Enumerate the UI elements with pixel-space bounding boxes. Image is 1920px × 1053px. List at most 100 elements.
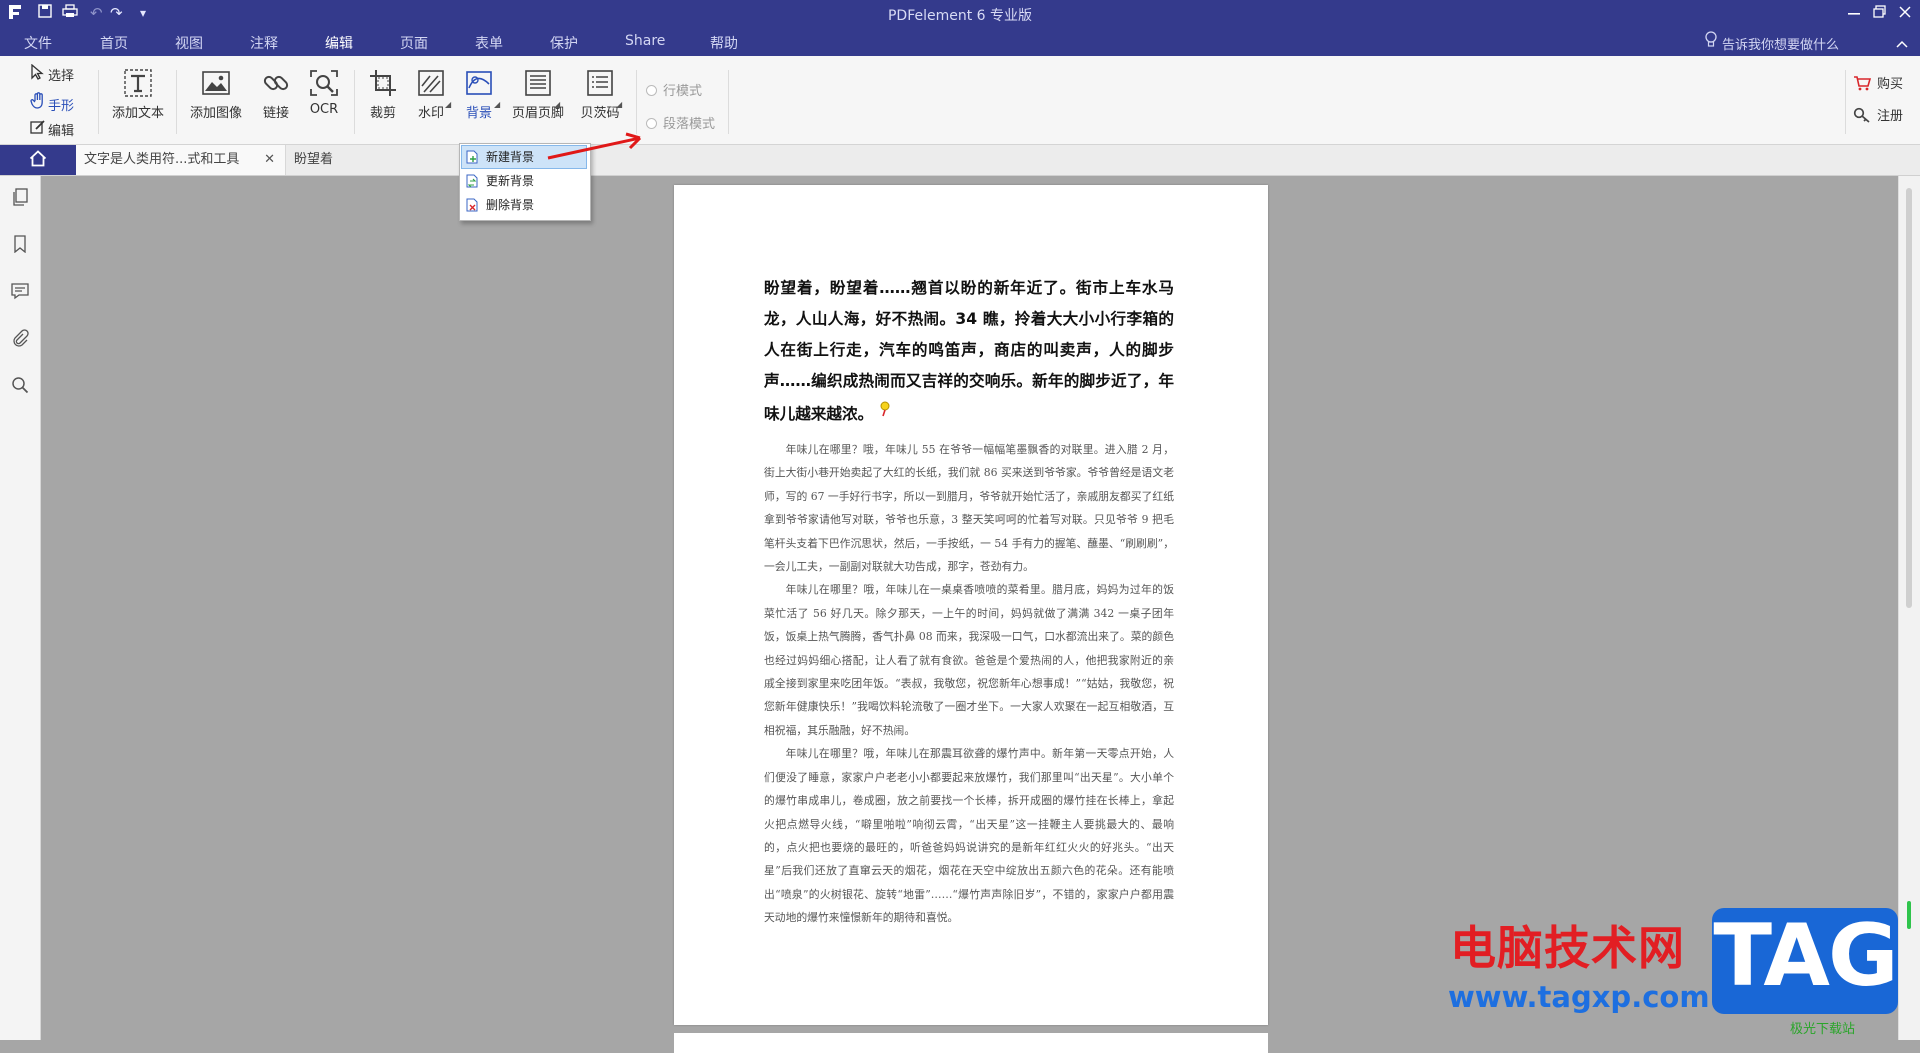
arrow-cursor-icon — [30, 63, 48, 84]
link-button[interactable]: 链接 — [256, 68, 296, 121]
scrollbar-thumb[interactable] — [1906, 188, 1912, 608]
link-label: 链接 — [262, 106, 289, 121]
ribbon-divider — [176, 70, 177, 134]
menu-home[interactable]: 首页 — [100, 33, 128, 53]
hand-tool[interactable]: 手形 — [30, 92, 74, 114]
delete-background-item[interactable]: 删除背景 — [462, 194, 586, 216]
buy-button[interactable]: 购买 — [1853, 73, 1903, 95]
minimize-icon[interactable] — [1848, 4, 1860, 22]
lightbulb-icon — [1704, 31, 1718, 53]
annotation-arrow — [547, 132, 642, 160]
attachment-icon[interactable] — [11, 329, 29, 347]
hand-icon — [30, 92, 48, 114]
paragraph-mode-radio[interactable]: 段落模式 — [646, 113, 715, 132]
paragraph-mode-label: 段落模式 — [663, 117, 716, 132]
add-image-label: 添加图像 — [189, 106, 242, 121]
document-heading: 盼望着，盼望着……翘首以盼的新年近了。街市上车水马龙，人山人海，好不热闹。34 … — [764, 273, 1174, 430]
tab-document-2[interactable]: 盼望着 — [286, 145, 406, 175]
pages-thumbnail-icon[interactable] — [11, 188, 29, 206]
close-window-icon[interactable] — [1899, 4, 1911, 22]
crop-icon — [368, 68, 398, 98]
ribbon-divider — [728, 70, 729, 134]
pdf-page[interactable]: 盼望着，盼望着……翘首以盼的新年近了。街市上车水马龙，人山人海，好不热闹。34 … — [674, 185, 1268, 1025]
comment-icon[interactable] — [11, 282, 29, 300]
ocr-scan-icon — [309, 68, 339, 98]
background-button[interactable]: 背景 — [458, 68, 500, 121]
new-background-icon — [466, 149, 478, 164]
comment-pin-icon[interactable] — [879, 397, 891, 428]
close-tab-icon[interactable]: ✕ — [264, 145, 275, 175]
key-icon — [1853, 107, 1871, 127]
menu-page[interactable]: 页面 — [400, 33, 428, 53]
search-icon[interactable] — [11, 376, 29, 394]
register-button[interactable]: 注册 — [1853, 105, 1903, 127]
ribbon-divider — [636, 70, 637, 134]
select-label: 选择 — [48, 69, 75, 84]
add-text-icon — [123, 68, 153, 98]
add-image-button[interactable]: 添加图像 — [186, 68, 246, 121]
paragraph: 年味儿在哪里？哦，年味儿 55 在爷爷一幅幅笔墨飘香的对联里。进入腊 2 月，街… — [764, 443, 1174, 574]
edit-ribbon: 选择 手形 编辑 添加文本 添加图像 链接 OCR 裁剪 水印 背景 页眉页脚 … — [0, 56, 1920, 145]
vertical-scrollbar[interactable] — [1898, 176, 1920, 1040]
background-label: 背景 — [465, 106, 492, 121]
tell-me-search[interactable]: 告诉我你想要做什么 — [1722, 34, 1839, 53]
menu-help[interactable]: 帮助 — [710, 33, 738, 53]
heading-text: 盼望着，盼望着……翘首以盼的新年近了。街市上车水马龙，人山人海，好不热闹。34 … — [764, 279, 1174, 423]
pdf-page-next — [674, 1033, 1268, 1053]
bates-number-icon — [585, 68, 615, 98]
ocr-button[interactable]: OCR — [304, 68, 344, 117]
bates-number-button[interactable]: 贝茨码 — [574, 68, 626, 121]
menu-item-label: 删除背景 — [486, 198, 535, 212]
add-text-button[interactable]: 添加文本 — [108, 68, 168, 121]
menu-item-label: 更新背景 — [486, 174, 535, 188]
tab-document-1[interactable]: 文字是人类用符...式和工具 ✕ — [76, 145, 286, 175]
image-icon — [201, 68, 231, 98]
menu-comment[interactable]: 注释 — [250, 33, 278, 53]
dropdown-arrow-icon: ◢ — [616, 100, 623, 109]
watermark-icon — [416, 68, 446, 98]
paragraph: 年味儿在哪里？哦，年味儿在那震耳欲聋的爆竹声中。新年第一天零点开始，人们便没了睡… — [764, 747, 1174, 925]
bookmark-icon[interactable] — [11, 235, 29, 254]
tab-label: 文字是人类用符...式和工具 — [84, 152, 240, 167]
buy-label: 购买 — [1877, 77, 1904, 92]
watermark-button[interactable]: 水印 — [410, 68, 452, 121]
watermark-label: 水印 — [417, 106, 444, 121]
crop-button[interactable]: 裁剪 — [362, 68, 404, 121]
menu-item-label: 新建背景 — [486, 150, 535, 164]
menu-edit[interactable]: 编辑 — [321, 33, 357, 59]
header-footer-icon — [523, 68, 553, 98]
watermark-small-text: 极光下载站 — [1790, 1022, 1856, 1037]
menu-view[interactable]: 视图 — [175, 33, 203, 53]
header-footer-button[interactable]: 页眉页脚 — [508, 68, 568, 121]
document-tab-bar: 文字是人类用符...式和工具 ✕ 盼望着 — [0, 145, 1920, 176]
home-icon — [29, 149, 47, 171]
edit-tool[interactable]: 编辑 — [30, 119, 74, 139]
update-background-item[interactable]: 更新背景 — [462, 170, 586, 192]
delete-background-icon — [466, 197, 478, 212]
collapse-ribbon-icon[interactable] — [1896, 34, 1908, 53]
line-mode-label: 行模式 — [663, 84, 703, 99]
line-mode-radio[interactable]: 行模式 — [646, 80, 702, 99]
tag-logo-text: TAG — [1713, 906, 1898, 1006]
add-text-label: 添加文本 — [111, 106, 164, 121]
edit-label: 编辑 — [48, 124, 75, 139]
menu-bar: 文件 首页 视图 注释 编辑 页面 表单 保护 Share 帮助 告诉我你想要做… — [0, 28, 1920, 59]
link-icon — [261, 68, 291, 98]
document-body: 年味儿在哪里？哦，年味儿 55 在爷爷一幅幅笔墨飘香的对联里。进入腊 2 月，街… — [764, 438, 1174, 930]
menu-share[interactable]: Share — [625, 33, 665, 49]
menu-protect[interactable]: 保护 — [550, 33, 578, 53]
restore-icon[interactable] — [1873, 4, 1886, 22]
background-icon — [464, 68, 494, 98]
cart-icon — [1853, 75, 1872, 95]
select-tool[interactable]: 选择 — [30, 63, 75, 84]
crop-label: 裁剪 — [369, 106, 396, 121]
menu-file[interactable]: 文件 — [24, 33, 52, 53]
menu-form[interactable]: 表单 — [475, 33, 503, 53]
dropdown-arrow-icon: ◢ — [445, 100, 452, 109]
window-title: PDFelement 6 专业版 — [887, 8, 1033, 24]
home-tab[interactable] — [0, 145, 76, 175]
ribbon-divider — [1845, 70, 1846, 134]
title-bar: ↶ ↷ ▾ PDFelement 6 专业版 — [0, 0, 1920, 28]
edit-pencil-icon — [30, 119, 48, 139]
watermark-site-name: 电脑技术网 — [1450, 921, 1685, 975]
